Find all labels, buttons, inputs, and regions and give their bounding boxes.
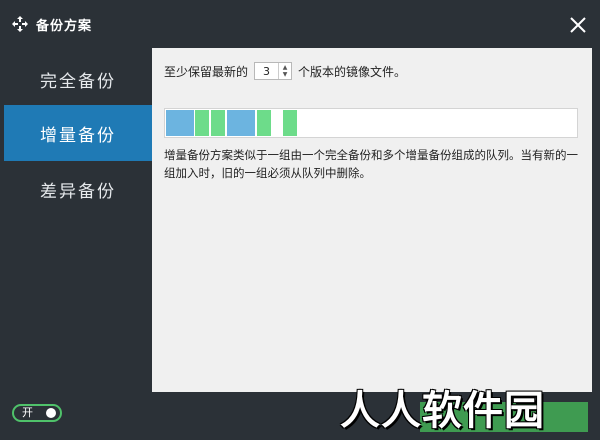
incremental-backup-segment xyxy=(257,110,271,136)
close-icon[interactable] xyxy=(566,13,590,37)
sidebar-item-incremental-backup[interactable]: 增量备份 xyxy=(4,105,152,161)
scheme-toggle[interactable]: 开 xyxy=(12,404,62,422)
incremental-backup-segment xyxy=(283,110,297,136)
stepper-arrows[interactable]: ▲ ▼ xyxy=(278,63,291,79)
sidebar-item-label: 增量备份 xyxy=(40,125,116,146)
versions-stepper[interactable]: 3 ▲ ▼ xyxy=(254,62,293,80)
window-title: 备份方案 xyxy=(36,19,93,34)
sidebar-item-label: 完全备份 xyxy=(40,71,116,92)
incremental-backup-segment xyxy=(195,110,209,136)
retain-suffix-label: 个版本的镜像文件。 xyxy=(298,64,407,79)
backup-queue-diagram xyxy=(164,108,578,138)
toggle-label: 开 xyxy=(22,406,33,419)
title-bar: 备份方案 xyxy=(0,0,600,48)
scheme-panel: 至少保留最新的 3 ▲ ▼ 个版本的镜像文件。 增量备份方案类似于一组由一个完全… xyxy=(152,48,592,392)
sidebar-item-label: 差异备份 xyxy=(40,181,116,202)
full-backup-segment xyxy=(227,110,255,136)
incremental-backup-segment xyxy=(211,110,225,136)
watermark: 人人软件园 xyxy=(340,388,545,434)
sync-arrows-icon xyxy=(12,16,28,32)
sidebar-item-full-backup[interactable]: 完全备份 xyxy=(4,51,152,107)
versions-stepper-value[interactable]: 3 xyxy=(255,65,278,78)
retain-prefix-label: 至少保留最新的 xyxy=(164,64,249,79)
sidebar: 完全备份 增量备份 差异备份 xyxy=(4,48,152,392)
full-backup-segment xyxy=(166,110,194,136)
retain-versions-row: 至少保留最新的 3 ▲ ▼ 个版本的镜像文件。 xyxy=(164,62,406,80)
toggle-knob xyxy=(46,408,56,418)
scheme-description: 增量备份方案类似于一组由一个完全备份和多个增量备份组成的队列。当有新的一组加入时… xyxy=(164,148,578,180)
chevron-down-icon[interactable]: ▼ xyxy=(283,71,288,78)
chevron-up-icon[interactable]: ▲ xyxy=(283,64,288,71)
sidebar-item-differential-backup[interactable]: 差异备份 xyxy=(4,161,152,217)
